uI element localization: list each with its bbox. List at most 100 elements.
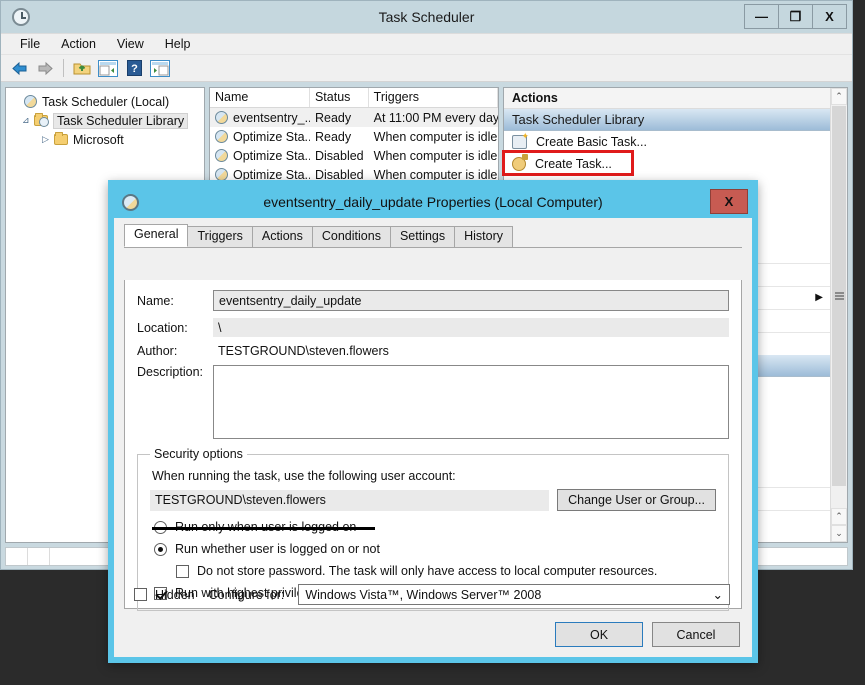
actions-scrollbar[interactable]: ⌃ ⌃ ⌄ (830, 88, 847, 542)
radio-icon-selected[interactable] (154, 542, 167, 556)
clock-icon (24, 95, 37, 108)
task-name-cell: Optimize Sta... (210, 149, 310, 163)
table-row[interactable]: eventsentry_... Ready At 11:00 PM every … (210, 108, 498, 127)
checkbox-do-not-store-password[interactable]: Do not store password. The task will onl… (176, 564, 716, 578)
column-header-triggers[interactable]: Triggers (369, 88, 498, 107)
dialog-close-button[interactable]: X (710, 189, 748, 214)
scroll-up-arrow-icon[interactable]: ⌃ (831, 88, 847, 105)
task-properties-dialog: eventsentry_daily_update Properties (Loc… (108, 180, 758, 663)
security-options-legend: Security options (154, 447, 243, 461)
tree-item-task-scheduler-library[interactable]: ⊿ Task Scheduler Library (6, 111, 204, 130)
tab-panel-general: Name: eventsentry_daily_update Location:… (124, 280, 742, 611)
scrollbar-grip-icon (834, 291, 844, 302)
expander-closed-icon[interactable]: ▷ (42, 134, 54, 145)
cancel-button[interactable]: Cancel (652, 622, 740, 647)
main-titlebar: Task Scheduler — ❐ X (1, 1, 852, 33)
help-icon[interactable]: ? (122, 57, 146, 79)
scroll-down-arrow-icon-2[interactable]: ⌄ (831, 525, 847, 542)
user-account-value: TESTGROUND\steven.flowers (150, 489, 550, 511)
task-triggers-cell: When computer is idle (373, 148, 498, 163)
chevron-down-icon[interactable]: ⌄ (713, 587, 723, 602)
location-label: Location: (137, 320, 188, 335)
location-value: \ (213, 318, 729, 337)
task-status-cell: Disabled (314, 148, 364, 163)
action-create-basic-task[interactable]: Create Basic Task... (504, 131, 847, 153)
dialog-buttons: OK Cancel (555, 622, 740, 647)
tab-actions[interactable]: Actions (251, 226, 313, 247)
scrollbar-thumb[interactable] (832, 106, 846, 486)
tab-conditions[interactable]: Conditions (311, 226, 391, 247)
task-list-header: Name Status Triggers (210, 88, 498, 108)
column-header-status[interactable]: Status (310, 88, 369, 107)
checkbox-icon[interactable] (176, 564, 189, 578)
tree-item-task-scheduler-local[interactable]: Task Scheduler (Local) (6, 92, 204, 111)
author-value: TESTGROUND\steven.flowers (218, 344, 389, 358)
action-label: Create Basic Task... (536, 135, 647, 149)
column-header-name[interactable]: Name (210, 88, 310, 107)
location-row: Location: \ (137, 318, 729, 337)
action-create-task[interactable]: Create Task... (504, 153, 847, 175)
expander-open-icon[interactable]: ⊿ (22, 115, 34, 126)
svg-text:?: ? (131, 63, 138, 75)
close-button[interactable]: X (812, 4, 847, 29)
task-name-text: Optimize Sta... (233, 129, 310, 144)
author-label: Author: (137, 344, 178, 358)
clock-icon (215, 111, 228, 124)
actions-group-task-scheduler-library[interactable]: Task Scheduler Library ▲ (504, 109, 847, 131)
minimize-button[interactable]: — (744, 4, 779, 29)
tab-history[interactable]: History (454, 226, 514, 247)
tree-label: Task Scheduler Library (53, 112, 189, 129)
actions-group-label: Task Scheduler Library (512, 112, 645, 127)
clock-icon (215, 149, 228, 162)
name-input[interactable]: eventsentry_daily_update (213, 290, 729, 311)
menu-view[interactable]: View (108, 35, 153, 53)
description-textarea[interactable] (213, 365, 729, 439)
task-triggers-cell: At 11:00 PM every day (373, 110, 498, 125)
tab-strip: General Triggers Actions Conditions Sett… (124, 224, 742, 248)
configure-for-label: Configure for: (208, 587, 285, 602)
configure-for-select[interactable]: Windows Vista™, Windows Server™ 2008 ⌄ (298, 584, 730, 605)
page-title: Task Scheduler (378, 9, 475, 25)
clock-icon (12, 8, 30, 26)
tab-triggers[interactable]: Triggers (187, 226, 253, 247)
toolbar-separator (63, 59, 64, 77)
description-row: Description: (137, 365, 729, 439)
radio-label: Run whether user is logged on or not (175, 542, 380, 556)
up-folder-icon[interactable] (70, 57, 94, 79)
back-icon[interactable] (7, 57, 31, 79)
menu-file[interactable]: File (11, 35, 49, 53)
checkbox-icon[interactable] (134, 588, 147, 601)
table-row[interactable]: Optimize Sta... Ready When computer is i… (210, 127, 498, 146)
tab-settings[interactable]: Settings (389, 226, 456, 247)
scroll-down-arrow-icon[interactable]: ⌃ (831, 508, 847, 525)
table-row[interactable]: Optimize Sta... Disabled When computer i… (210, 146, 498, 165)
dialog-body: General Triggers Actions Conditions Sett… (114, 218, 752, 657)
task-status-cell: Ready (314, 110, 352, 125)
folder-clock-icon (34, 113, 49, 127)
author-row: Author: TESTGROUND\steven.flowers (137, 344, 729, 358)
radio-run-whether-logged-on-or-not[interactable]: Run whether user is logged on or not (154, 542, 716, 556)
task-triggers-cell: When computer is idle (373, 129, 498, 144)
show-action-pane-icon[interactable] (148, 57, 172, 79)
checkbox-label: Hidden (155, 587, 195, 602)
tree-item-microsoft[interactable]: ▷ Microsoft (6, 130, 204, 149)
checkbox-label: Do not store password. The task will onl… (197, 564, 658, 578)
actions-header: Actions (504, 88, 847, 109)
checkbox-hidden[interactable]: Hidden (134, 588, 195, 602)
forward-icon[interactable] (33, 57, 57, 79)
toolbar: ? (1, 55, 852, 82)
dialog-title: eventsentry_daily_update Properties (Loc… (263, 194, 603, 210)
tree-label: Microsoft (73, 132, 124, 147)
status-cell (28, 548, 50, 565)
name-label: Name: (137, 293, 174, 308)
show-tree-pane-icon[interactable] (96, 57, 120, 79)
ok-button[interactable]: OK (555, 622, 643, 647)
menu-action[interactable]: Action (52, 35, 105, 53)
tab-general[interactable]: General (124, 224, 189, 247)
dialog-titlebar: eventsentry_daily_update Properties (Loc… (114, 186, 752, 218)
task-name-cell: eventsentry_... (210, 111, 310, 125)
maximize-button[interactable]: ❐ (778, 4, 813, 29)
create-task-icon (512, 154, 528, 171)
change-user-or-group-button[interactable]: Change User or Group... (557, 489, 716, 511)
menu-help[interactable]: Help (156, 35, 200, 53)
